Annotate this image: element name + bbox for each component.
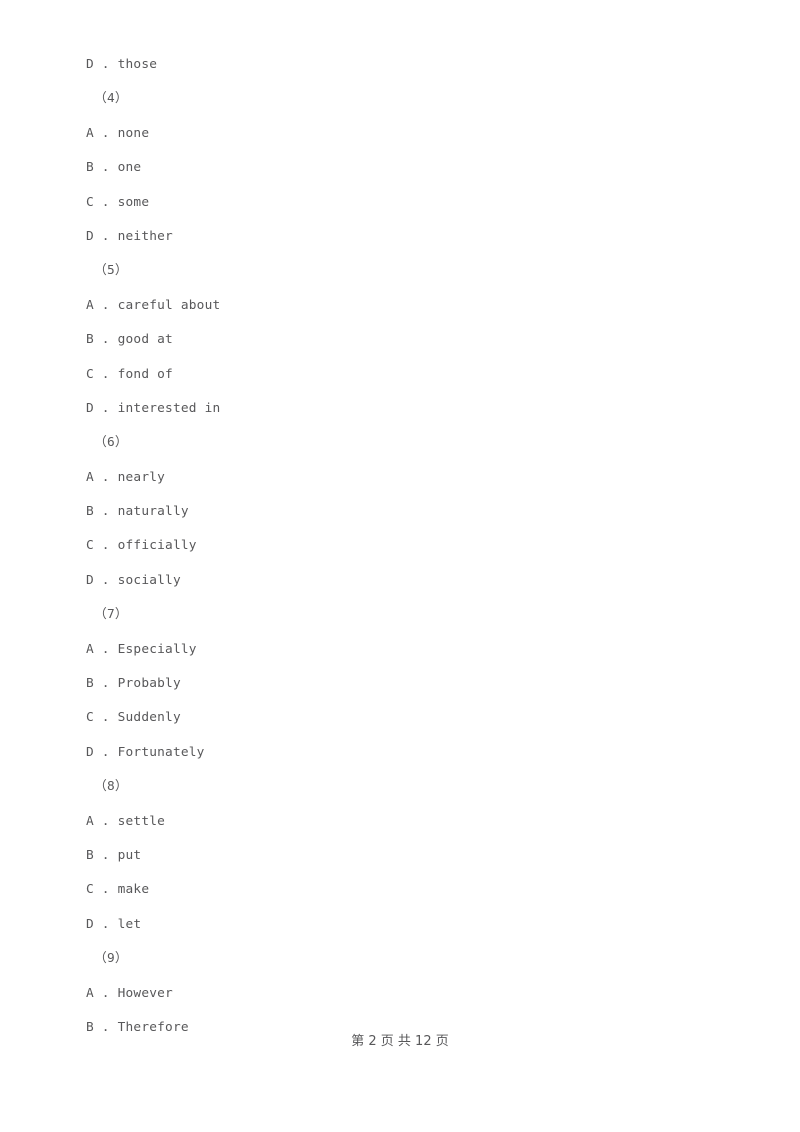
option-separator: . bbox=[93, 572, 118, 588]
answer-option: A . nearly bbox=[86, 461, 726, 495]
option-text: good at bbox=[117, 332, 173, 348]
option-separator: . bbox=[93, 916, 118, 932]
question-number: （5） bbox=[94, 263, 128, 279]
option-separator: . bbox=[93, 366, 118, 382]
option-separator: . bbox=[93, 57, 118, 72]
option-separator: . bbox=[93, 160, 118, 176]
option-separator: . bbox=[93, 504, 118, 520]
option-separator: . bbox=[93, 332, 118, 348]
answer-option: B . naturally bbox=[86, 495, 726, 529]
option-letter: A bbox=[86, 297, 94, 313]
option-separator: . bbox=[93, 228, 118, 244]
answer-option: C . some bbox=[86, 186, 726, 220]
option-letter: D bbox=[86, 400, 94, 416]
option-letter: C bbox=[86, 882, 94, 898]
option-text: socially bbox=[117, 572, 181, 588]
option-separator: . bbox=[93, 194, 118, 210]
option-letter: C bbox=[86, 366, 94, 382]
answer-option: D . let bbox=[86, 908, 726, 942]
option-letter: B bbox=[86, 847, 94, 863]
answer-option: B . Probably bbox=[86, 667, 726, 701]
option-text: interested in bbox=[117, 400, 221, 416]
answer-option: D . socially bbox=[86, 564, 726, 598]
answer-option: D . those bbox=[86, 48, 726, 82]
option-separator: . bbox=[93, 400, 118, 416]
option-text: careful about bbox=[117, 297, 221, 313]
option-letter: B bbox=[86, 504, 94, 520]
document-page: D . those （4） A . none B . one C . some D . n… bbox=[0, 0, 800, 1132]
option-text: fond of bbox=[117, 366, 173, 382]
answer-option: D . neither bbox=[86, 220, 726, 254]
option-letter: D bbox=[86, 57, 94, 72]
option-separator: . bbox=[93, 710, 118, 726]
option-letter: A bbox=[86, 469, 94, 485]
option-separator: . bbox=[93, 641, 118, 657]
option-separator: . bbox=[93, 538, 118, 554]
option-separator: . bbox=[93, 985, 118, 1001]
option-letter: B bbox=[86, 676, 94, 692]
option-letter: C bbox=[86, 194, 94, 210]
question-number: （6） bbox=[94, 435, 128, 451]
answer-option: A . careful about bbox=[86, 289, 726, 323]
answer-option: A . none bbox=[86, 117, 726, 151]
option-letter: A bbox=[86, 641, 94, 657]
option-text: neither bbox=[117, 228, 173, 244]
option-separator: . bbox=[93, 297, 118, 313]
option-text: Fortunately bbox=[117, 744, 205, 760]
option-letter: C bbox=[86, 710, 94, 726]
answer-option: C . officially bbox=[86, 529, 726, 563]
option-text: naturally bbox=[117, 504, 189, 520]
option-separator: . bbox=[93, 882, 118, 898]
option-text: officially bbox=[117, 538, 197, 554]
option-text: put bbox=[117, 847, 142, 863]
option-text: However bbox=[117, 985, 173, 1001]
option-separator: . bbox=[93, 125, 118, 141]
answer-option: B . one bbox=[86, 151, 726, 185]
option-text: let bbox=[117, 916, 142, 932]
question-list: D . those （4） A . none B . one C . some D . n… bbox=[86, 48, 726, 1045]
answer-option: B . good at bbox=[86, 323, 726, 357]
answer-option: A . settle bbox=[86, 805, 726, 839]
option-text: Especially bbox=[117, 641, 197, 657]
answer-option: D . interested in bbox=[86, 392, 726, 426]
option-text: nearly bbox=[117, 469, 166, 485]
option-separator: . bbox=[93, 744, 118, 760]
option-letter: B bbox=[86, 332, 94, 348]
page-indicator: 第 2 页 共 12 页 bbox=[351, 1034, 449, 1049]
option-text: some bbox=[117, 194, 150, 210]
option-text: Suddenly bbox=[117, 710, 181, 726]
option-text: one bbox=[117, 160, 142, 176]
option-letter: D bbox=[86, 916, 94, 932]
answer-option: C . fond of bbox=[86, 358, 726, 392]
answer-option: B . put bbox=[86, 839, 726, 873]
option-text: Probably bbox=[117, 676, 181, 692]
option-separator: . bbox=[93, 813, 118, 829]
option-separator: . bbox=[93, 847, 118, 863]
option-text: those bbox=[117, 57, 158, 72]
question-number: （7） bbox=[94, 607, 128, 623]
option-text: none bbox=[117, 125, 150, 141]
question-number: （9） bbox=[94, 951, 128, 967]
option-separator: . bbox=[93, 469, 118, 485]
option-letter: A bbox=[86, 125, 94, 141]
answer-option: A . Especially bbox=[86, 633, 726, 667]
option-letter: D bbox=[86, 228, 94, 244]
option-letter: D bbox=[86, 744, 94, 760]
option-letter: A bbox=[86, 813, 94, 829]
option-text: settle bbox=[117, 813, 166, 829]
answer-option: A . However bbox=[86, 977, 726, 1011]
option-separator: . bbox=[93, 676, 118, 692]
option-letter: B bbox=[86, 160, 94, 176]
question-number: （4） bbox=[94, 91, 128, 107]
answer-option: D . Fortunately bbox=[86, 736, 726, 770]
question-number: （8） bbox=[94, 779, 128, 795]
answer-option: C . Suddenly bbox=[86, 701, 726, 735]
option-text: make bbox=[117, 882, 150, 898]
option-letter: A bbox=[86, 985, 94, 1001]
option-letter: C bbox=[86, 538, 94, 554]
option-letter: D bbox=[86, 572, 94, 588]
answer-option: C . make bbox=[86, 873, 726, 907]
